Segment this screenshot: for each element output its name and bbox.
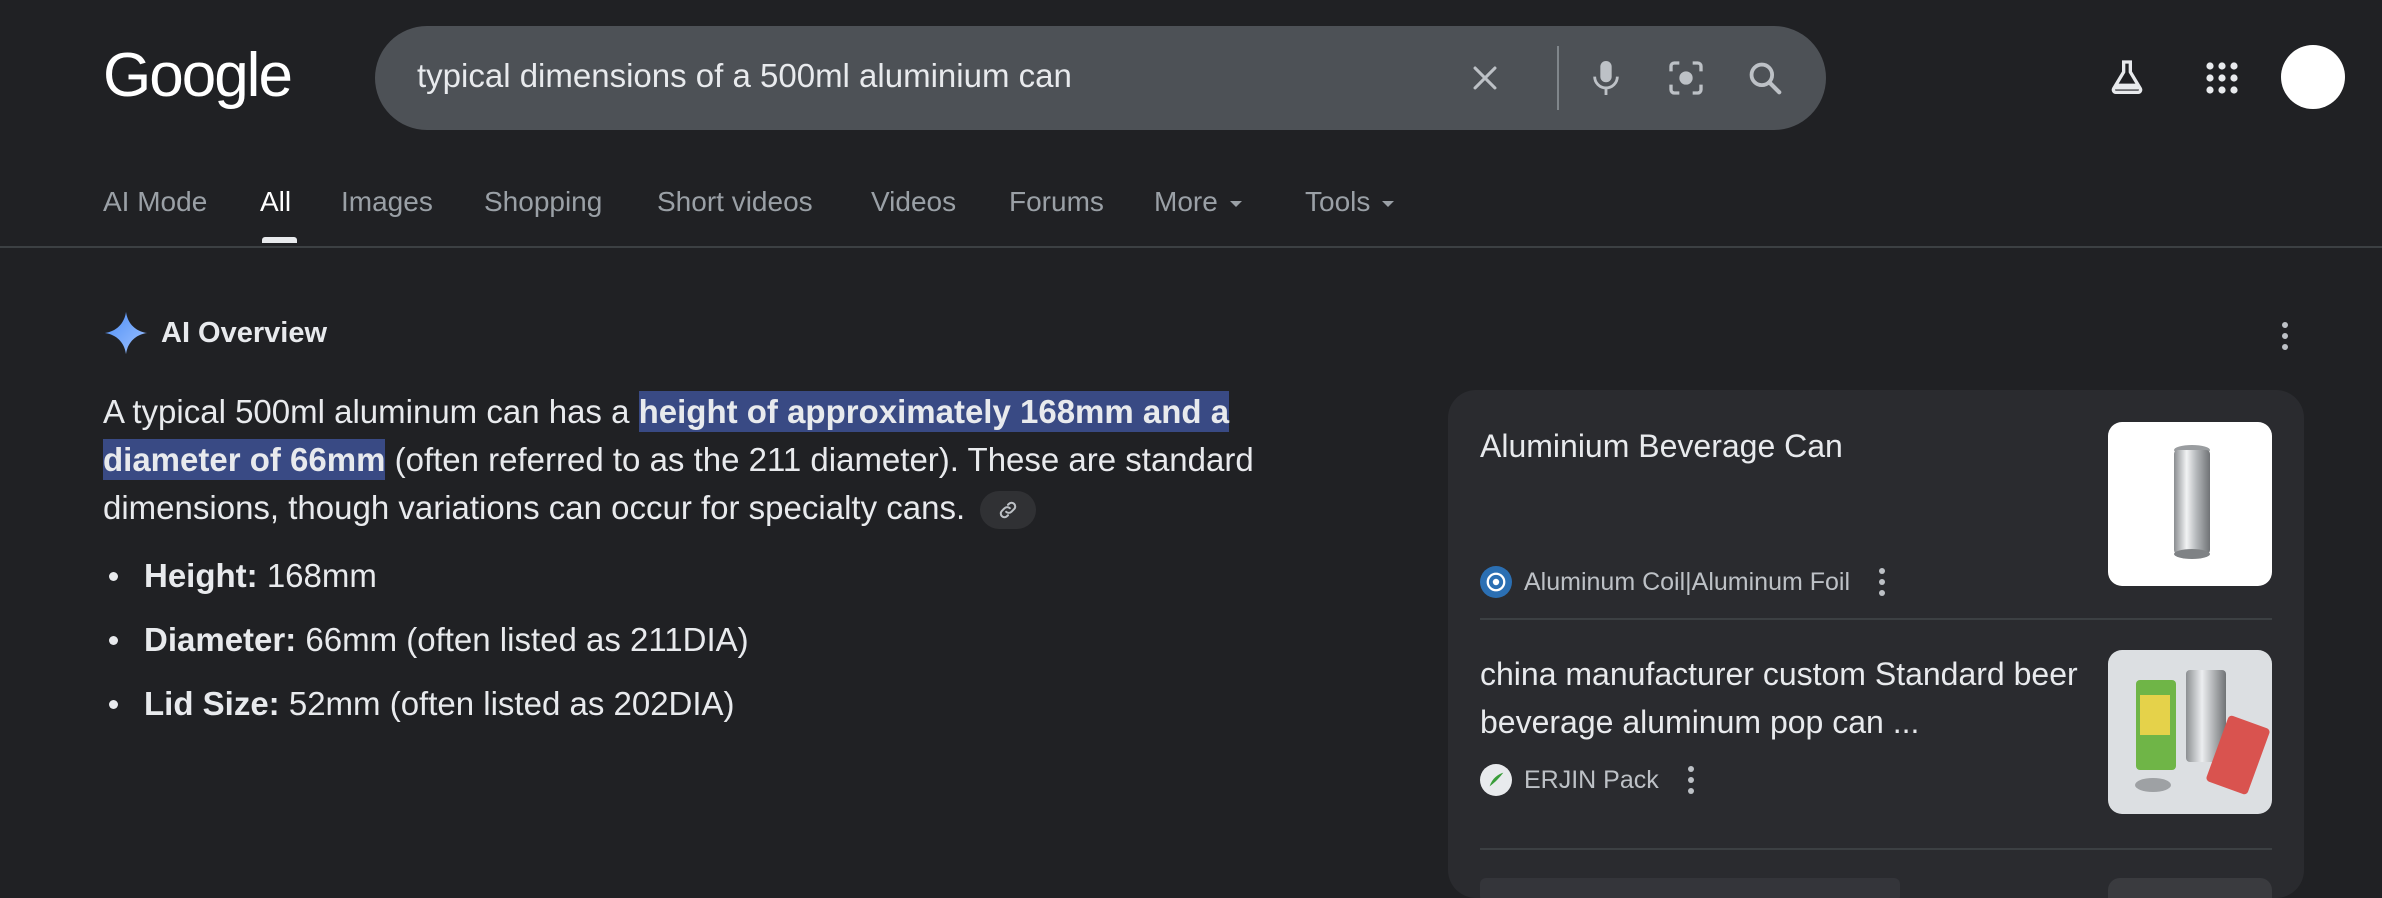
source-divider bbox=[1480, 848, 2272, 850]
source-site-name: Aluminum Coil|Aluminum Foil bbox=[1524, 567, 1851, 596]
active-tab-indicator bbox=[262, 237, 297, 243]
tab-all[interactable]: All bbox=[260, 180, 291, 224]
source-title[interactable]: Aluminium Beverage Can bbox=[1480, 422, 2080, 470]
list-item-label: Height: bbox=[144, 557, 258, 594]
search-box[interactable]: typical dimensions of a 500ml aluminium … bbox=[375, 26, 1826, 130]
chevron-down-icon bbox=[1382, 200, 1395, 207]
source-card-partial bbox=[1480, 878, 1900, 898]
source-thumbnail-partial bbox=[2108, 878, 2272, 898]
search-input[interactable]: typical dimensions of a 500ml aluminium … bbox=[417, 57, 1072, 95]
mic-icon[interactable] bbox=[1582, 54, 1630, 102]
source-site-name: ERJIN Pack bbox=[1524, 765, 1659, 794]
source-meta: Aluminum Coil|Aluminum Foil bbox=[1480, 566, 1892, 598]
sparkle-icon bbox=[104, 311, 148, 355]
tab-more[interactable]: More bbox=[1154, 180, 1242, 224]
tab-more-label: More bbox=[1154, 186, 1218, 217]
source-divider bbox=[1480, 618, 2272, 620]
list-item: Height: 168mm bbox=[103, 552, 1303, 600]
google-logo[interactable]: Google bbox=[103, 36, 293, 116]
ai-overview-title: AI Overview bbox=[161, 316, 328, 349]
list-item: Lid Size: 52mm (often listed as 202DIA) bbox=[103, 680, 1303, 728]
ai-overview-list: Height: 168mm Diameter: 66mm (often list… bbox=[103, 552, 1303, 744]
account-avatar[interactable] bbox=[2281, 45, 2345, 109]
search-icon[interactable] bbox=[1741, 54, 1789, 102]
tab-ai-mode[interactable]: AI Mode bbox=[103, 180, 207, 224]
site-favicon-icon bbox=[1480, 566, 1512, 598]
list-item: Diameter: 66mm (often listed as 211DIA) bbox=[103, 616, 1303, 664]
grid-icon[interactable] bbox=[2202, 58, 2242, 98]
site-favicon-icon bbox=[1480, 764, 1512, 796]
tab-shopping[interactable]: Shopping bbox=[484, 180, 602, 224]
list-item-value: 66mm (often listed as 211DIA) bbox=[296, 621, 749, 658]
list-item-value: 168mm bbox=[257, 557, 377, 594]
ai-overview-more-icon[interactable] bbox=[2270, 318, 2300, 354]
tab-videos[interactable]: Videos bbox=[871, 180, 956, 224]
tab-short-videos[interactable]: Short videos bbox=[657, 180, 813, 224]
tab-tools[interactable]: Tools bbox=[1305, 180, 1395, 224]
header-divider bbox=[0, 246, 2382, 248]
link-icon bbox=[1000, 502, 1017, 519]
tab-images[interactable]: Images bbox=[341, 180, 433, 224]
list-item-label: Diameter: bbox=[144, 621, 297, 658]
tab-tools-label: Tools bbox=[1305, 186, 1371, 217]
search-divider bbox=[1557, 46, 1559, 110]
source-more-icon[interactable] bbox=[1681, 764, 1701, 796]
sources-panel: Aluminium Beverage Can Aluminum Coil|Alu… bbox=[1448, 390, 2304, 898]
source-link-button[interactable] bbox=[980, 491, 1037, 530]
camera-lens-icon[interactable] bbox=[1662, 54, 1710, 102]
ai-overview-header: AI Overview bbox=[103, 310, 327, 356]
source-card[interactable]: Aluminium Beverage Can Aluminum Coil|Alu… bbox=[1480, 422, 2272, 622]
source-meta: ERJIN Pack bbox=[1480, 764, 1701, 796]
search-results-page: Google typical dimensions of a 500ml alu… bbox=[0, 0, 2382, 898]
source-more-icon[interactable] bbox=[1872, 566, 1892, 598]
ai-overview-text-start: A typical 500ml aluminum can has a bbox=[103, 393, 639, 430]
source-card[interactable]: china manufacturer custom Standard beer … bbox=[1480, 650, 2272, 850]
can-image-icon bbox=[2174, 445, 2210, 559]
source-title[interactable]: china manufacturer custom Standard beer … bbox=[1480, 650, 2080, 746]
source-thumbnail[interactable] bbox=[2108, 422, 2272, 586]
tab-forums[interactable]: Forums bbox=[1009, 180, 1104, 224]
chevron-down-icon bbox=[1229, 200, 1242, 207]
cans-image-icon bbox=[2135, 670, 2270, 795]
ai-overview-text: A typical 500ml aluminum can has a heigh… bbox=[103, 388, 1363, 532]
source-thumbnail[interactable] bbox=[2108, 650, 2272, 814]
list-item-label: Lid Size: bbox=[144, 685, 280, 722]
close-icon[interactable] bbox=[1461, 54, 1509, 102]
list-item-value: 52mm (often listed as 202DIA) bbox=[279, 685, 735, 722]
flask-icon[interactable] bbox=[2106, 56, 2148, 98]
